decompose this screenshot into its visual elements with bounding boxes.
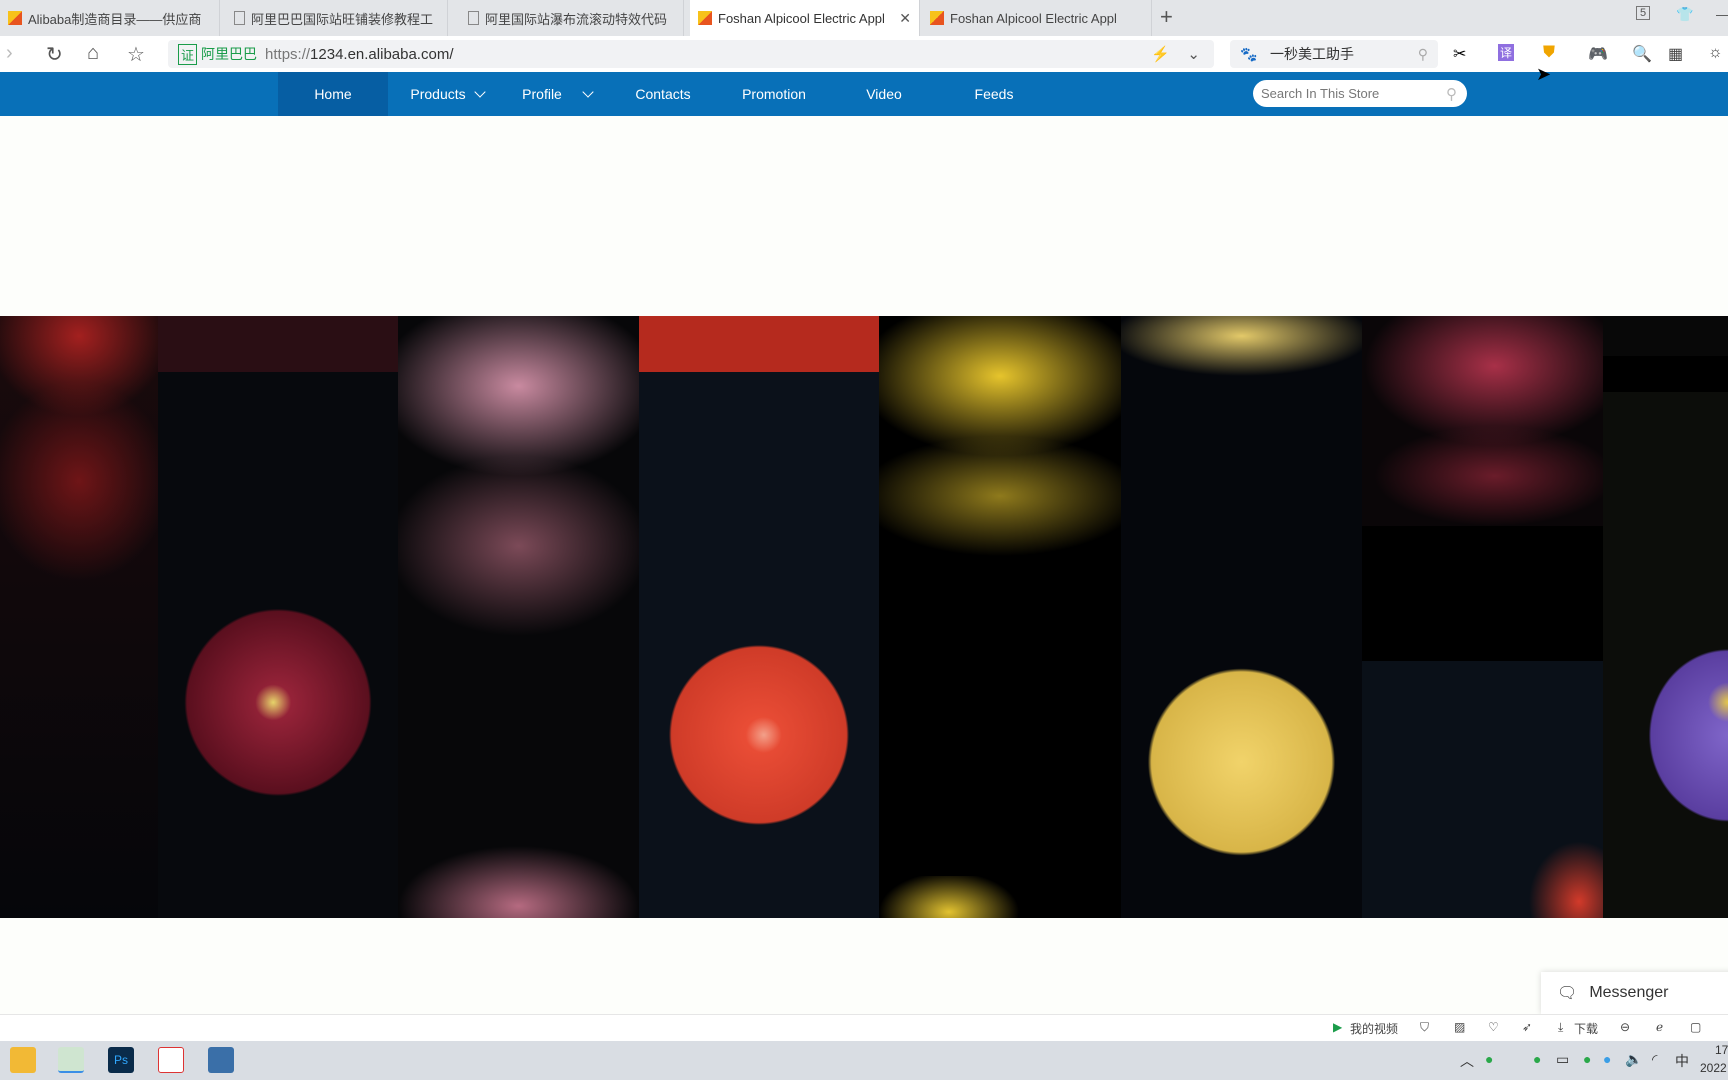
magnifier-icon[interactable]: 🔍 — [1632, 44, 1652, 64]
apps-grid-icon[interactable]: ▦ — [1668, 44, 1683, 64]
date[interactable]: 2022 — [1700, 1061, 1727, 1075]
minimize-button[interactable]: — — [1716, 6, 1728, 22]
nav-video[interactable]: Video — [829, 72, 939, 116]
chevron-down-icon — [582, 86, 594, 98]
skin-icon[interactable]: 👕 — [1676, 6, 1693, 23]
star-icon[interactable]: ☆ — [127, 42, 145, 67]
flower-tile-rose[interactable] — [1362, 316, 1603, 918]
new-tab-button[interactable]: + — [1160, 4, 1173, 30]
chat-icon: 🗨 — [1557, 985, 1578, 1002]
image-icon[interactable]: ▨ — [1454, 1020, 1465, 1034]
volume-icon[interactable]: 🔈 — [1625, 1051, 1642, 1068]
cert-label: 阿里巴巴 — [201, 46, 258, 62]
chevron-down-icon[interactable]: ⌄ — [1187, 45, 1200, 63]
clock[interactable]: 17 — [1715, 1043, 1728, 1057]
flower-tile-yellow-ball[interactable] — [1121, 316, 1362, 918]
nav-home[interactable]: Home — [278, 72, 388, 116]
flower-tile-crimson[interactable] — [158, 316, 398, 918]
lightning-icon[interactable]: ⚡ — [1151, 45, 1170, 63]
mouse-cursor-icon: ➤ — [1536, 64, 1552, 84]
flower-tile-pink[interactable] — [398, 316, 639, 918]
messenger-button[interactable]: 🗨 Messenger — [1541, 972, 1728, 1014]
flower-gallery — [0, 316, 1728, 918]
browser-search-input[interactable]: 🐾 一秒美工助手 ⚲ — [1230, 40, 1438, 68]
reload-icon[interactable]: ↻ — [46, 42, 63, 67]
download-icon[interactable]: ⤓ — [1558, 1020, 1563, 1035]
nav-contacts[interactable]: Contacts — [608, 72, 718, 116]
video-play-icon[interactable]: ▶ — [1333, 1020, 1342, 1034]
game-icon[interactable]: 🎮 — [1588, 44, 1608, 64]
battery-icon[interactable]: ▭ — [1556, 1051, 1569, 1068]
browser-tab[interactable]: Foshan Alpicool Electric Appl — [922, 0, 1152, 36]
nav-products[interactable]: Products — [392, 72, 502, 116]
search-icon[interactable]: ⚲ — [1418, 46, 1428, 63]
tab-count-badge[interactable]: 5 — [1636, 6, 1651, 20]
window-icon[interactable]: ▢ — [1690, 1020, 1701, 1034]
incognito-icon[interactable]: ⊖ — [1620, 1020, 1630, 1034]
qq-icon[interactable]: ● — [1603, 1051, 1611, 1067]
alibaba-favicon-icon — [8, 11, 22, 25]
tab-bar: Alibaba制造商目录——供应商 阿里巴巴国际站旺铺装修教程工 阿里国际站瀑布… — [0, 0, 1728, 36]
shield-yen-icon[interactable]: ⛊ — [1543, 44, 1555, 62]
address-toolbar: › ↻ ⌂ ☆ 证 阿里巴巴 https://1234.en.alibaba.c… — [0, 36, 1728, 72]
flower-tile-orange-red[interactable] — [639, 316, 879, 918]
shield-icon[interactable]: ⛉ — [1420, 1020, 1429, 1035]
wifi-icon[interactable]: ◜ — [1652, 1051, 1657, 1068]
forward-icon[interactable]: › — [6, 42, 13, 65]
browser-status-bar: ▶ 我的视频 ⛉ ▨ ♡ ➶ ⤓ 下载 ⊖ ℯ ▢ — [0, 1014, 1728, 1041]
photoshop-icon[interactable]: Ps — [108, 1047, 134, 1073]
wechat-icon[interactable]: ● — [1583, 1051, 1591, 1067]
ime-indicator[interactable]: 中 — [1675, 1051, 1689, 1071]
certificate-icon: 证 — [178, 43, 198, 65]
flower-tile-purple[interactable] — [1603, 316, 1728, 918]
alibaba-favicon-icon — [930, 11, 944, 25]
close-tab-icon[interactable]: ✕ — [899, 10, 911, 27]
baidu-paw-icon: 🐾 — [1240, 45, 1258, 62]
store-nav: Home Products Profile Contacts Promotion… — [0, 72, 1728, 116]
nav-feeds[interactable]: Feeds — [939, 72, 1049, 116]
wechat-icon[interactable]: ● — [1533, 1051, 1541, 1067]
app-icon[interactable] — [158, 1047, 184, 1073]
home-icon[interactable]: ⌂ — [87, 42, 99, 65]
document-icon — [468, 11, 479, 25]
browser-taskbar-icon[interactable] — [58, 1047, 84, 1073]
rocket-icon[interactable]: ➶ — [1522, 1020, 1532, 1034]
flower-tile-red[interactable] — [0, 316, 158, 918]
ie-icon[interactable]: ℯ — [1656, 1020, 1663, 1034]
heart-icon[interactable]: ♡ — [1488, 1020, 1499, 1034]
flower-tile-yellow[interactable] — [879, 316, 1121, 918]
scissors-icon[interactable]: ✂ — [1453, 44, 1466, 64]
file-explorer-icon[interactable] — [10, 1047, 36, 1073]
tray-expand-icon[interactable]: ︿ — [1460, 1051, 1474, 1071]
calculator-icon[interactable] — [208, 1047, 234, 1073]
browser-tab[interactable]: 阿里巴巴国际站旺铺装修教程工 — [226, 0, 448, 36]
my-video-link[interactable]: 我的视频 — [1350, 1020, 1398, 1037]
search-icon[interactable]: ⚲ — [1446, 85, 1457, 103]
document-icon — [234, 11, 245, 25]
url-field[interactable]: 证 阿里巴巴 https://1234.en.alibaba.com/ ⚡ ⌄ — [168, 40, 1214, 68]
translate-icon[interactable]: 译 — [1498, 44, 1515, 61]
store-search-input[interactable]: Search In This Store ⚲ — [1253, 80, 1467, 107]
browser-tab[interactable]: 阿里国际站瀑布流滚动特效代码 — [460, 0, 684, 36]
alibaba-favicon-icon — [698, 11, 712, 25]
browser-tab[interactable]: Alibaba制造商目录——供应商 — [0, 0, 220, 36]
wechat-icon[interactable]: ● — [1485, 1051, 1493, 1067]
download-link[interactable]: 下载 — [1574, 1020, 1598, 1037]
chevron-down-icon — [473, 86, 486, 98]
brightness-icon[interactable]: ☼ — [1708, 44, 1723, 62]
nav-promotion[interactable]: Promotion — [719, 72, 829, 116]
url-scheme: https:// — [265, 45, 311, 63]
nav-profile[interactable]: Profile — [502, 72, 612, 116]
windows-taskbar: Ps ︿ ● ● ▭ ● ● 🔈 ◜ 中 17 2022 — [0, 1041, 1728, 1080]
browser-tab-active[interactable]: Foshan Alpicool Electric Appl ✕ — [690, 0, 920, 36]
url-host: 1234.en.alibaba.com/ — [310, 45, 454, 63]
